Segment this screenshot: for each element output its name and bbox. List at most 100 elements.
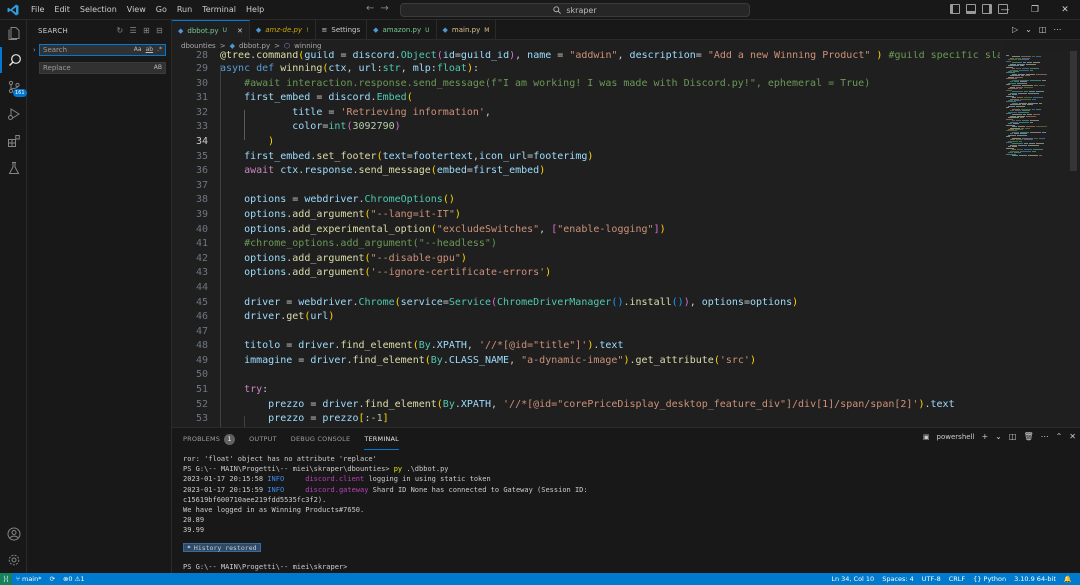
testing-flask-icon[interactable]	[0, 155, 27, 181]
menu-terminal[interactable]: Terminal	[197, 0, 241, 20]
code-line[interactable]: await ctx.response.send_message(embed=fi…	[220, 164, 1000, 179]
new-search-editor-icon[interactable]: ⊞	[143, 26, 150, 35]
code-line[interactable]: immagine = driver.find_element(By.CLASS_…	[220, 354, 1000, 369]
source-control-icon[interactable]: 161	[0, 74, 27, 100]
regex-toggle[interactable]: .*	[157, 46, 162, 53]
code-line[interactable]: options.add_experimental_option("exclude…	[220, 223, 1000, 238]
menu-view[interactable]: View	[122, 0, 151, 20]
branch-status[interactable]: ⑂ main*	[12, 573, 45, 585]
collapse-all-icon[interactable]: ⊟	[156, 26, 163, 35]
breadcrumb-file[interactable]: dbbot.py	[239, 42, 270, 50]
account-icon[interactable]	[0, 521, 27, 547]
replace-field[interactable]: AB	[39, 62, 166, 74]
new-terminal-icon[interactable]: +	[981, 432, 988, 441]
minimap[interactable]	[1002, 51, 1064, 427]
code-line[interactable]: driver.get(url)	[220, 310, 1000, 325]
code-line[interactable]	[220, 368, 1000, 383]
problems-status[interactable]: ⊗0 ⚠1	[59, 573, 89, 585]
code-line[interactable]	[220, 325, 1000, 340]
code-line[interactable]: try:	[220, 383, 1000, 398]
terminal-dropdown-icon[interactable]: ⌄	[995, 432, 1002, 441]
code-line[interactable]: driver = webdriver.Chrome(service=Servic…	[220, 296, 1000, 311]
code-line[interactable]: prezzo = prezzo[:-1]	[220, 412, 1000, 427]
editor-tab[interactable]: ◆ main.py M	[437, 20, 497, 40]
code-line[interactable]: async def winning(ctx, url:str, mlp:floa…	[220, 62, 1000, 77]
split-editor-icon[interactable]: ◫	[1039, 25, 1047, 34]
code-line[interactable]: titolo = driver.find_element(By.XPATH, '…	[220, 339, 1000, 354]
code-line[interactable]: #await interaction.response.send_message…	[220, 77, 1000, 92]
editor-tab[interactable]: ◆ amz-de.py!	[250, 20, 316, 40]
command-center[interactable]: skraper	[400, 3, 750, 17]
code-line[interactable]: @tree.command(guild = discord.Object(id=…	[220, 51, 1000, 62]
code-line[interactable]: #chrome_options.add_argument("--headless…	[220, 237, 1000, 252]
manage-gear-icon[interactable]	[0, 547, 27, 573]
code-line[interactable]: )	[220, 135, 1000, 150]
tab-output[interactable]: OUTPUT	[249, 428, 277, 450]
run-debug-icon[interactable]	[0, 101, 27, 127]
cursor-position[interactable]: Ln 34, Col 10	[827, 573, 878, 585]
toggle-sidebar-icon[interactable]	[950, 4, 960, 14]
code-line[interactable]: title = 'Retrieving information',	[220, 106, 1000, 121]
search-input[interactable]	[43, 46, 113, 54]
clear-results-icon[interactable]: ☰	[129, 26, 136, 35]
breadcrumb-folder[interactable]: dbounties	[181, 42, 216, 50]
menu-file[interactable]: File	[26, 0, 49, 20]
replace-input[interactable]	[43, 64, 113, 72]
code-line[interactable]: options.add_argument("--disable-gpu")	[220, 252, 1000, 267]
editor-tab[interactable]: ◆ amazon.py U	[367, 20, 437, 40]
extensions-icon[interactable]	[0, 128, 27, 154]
breadcrumb-symbol[interactable]: winning	[294, 42, 321, 50]
terminal-shell-label[interactable]: powershell	[937, 433, 975, 441]
match-case-toggle[interactable]: Aa	[134, 46, 142, 53]
menu-go[interactable]: Go	[151, 0, 172, 20]
explorer-icon[interactable]	[0, 20, 27, 46]
sync-icon[interactable]: ⟳	[45, 573, 58, 585]
run-dropdown-icon[interactable]: ⌄	[1025, 25, 1032, 34]
menu-help[interactable]: Help	[241, 0, 269, 20]
search-view-icon[interactable]	[0, 47, 27, 73]
code-line[interactable]: color=int(3092790)	[220, 120, 1000, 135]
code-line[interactable]: options.add_argument('--ignore-certifica…	[220, 266, 1000, 281]
search-field[interactable]: Aa ab .*	[39, 44, 166, 56]
tab-problems[interactable]: PROBLEMS 1	[183, 428, 236, 450]
code-line[interactable]: first_embed = discord.Embed(	[220, 91, 1000, 106]
minimize-icon[interactable]: —	[990, 0, 1020, 20]
code-line[interactable]: prezzo = driver.find_element(By.XPATH, '…	[220, 398, 1000, 413]
scrollbar-thumb[interactable]	[1070, 51, 1077, 171]
menu-run[interactable]: Run	[172, 0, 197, 20]
close-icon[interactable]: ✕	[1050, 0, 1080, 20]
run-file-icon[interactable]: ▷	[1012, 25, 1018, 34]
close-panel-icon[interactable]: ✕	[1069, 432, 1076, 441]
notifications-bell-icon[interactable]: 🔔	[1060, 573, 1076, 585]
menu-edit[interactable]: Edit	[49, 0, 75, 20]
split-terminal-icon[interactable]: ◫	[1009, 432, 1017, 441]
close-tab-icon[interactable]: ✕	[237, 27, 243, 35]
code-editor[interactable]: 28 29 30 31 32 33 34 35 36 37 38 39 40 41 42 43 44 45 46 47…	[172, 51, 1080, 427]
code-line[interactable]: options = webdriver.ChromeOptions()	[220, 193, 1000, 208]
python-interpreter[interactable]: 3.10.9 64-bit	[1010, 573, 1060, 585]
forward-arrow-icon[interactable]: →	[380, 3, 388, 14]
encoding-status[interactable]: UTF-8	[918, 573, 945, 585]
more-actions-icon[interactable]: ⋯	[1053, 25, 1061, 34]
language-status[interactable]: {} Python	[969, 573, 1010, 585]
more-actions-icon[interactable]: ⋯	[1041, 432, 1049, 441]
refresh-icon[interactable]: ↻	[116, 26, 123, 35]
editor-scrollbar[interactable]	[1068, 51, 1078, 427]
code-line[interactable]	[220, 179, 1000, 194]
code-area[interactable]: @tree.command(guild = discord.Object(id=…	[220, 51, 1000, 427]
back-arrow-icon[interactable]: ←	[366, 3, 374, 14]
maximize-panel-icon[interactable]: ⌃	[1056, 432, 1063, 441]
tab-terminal[interactable]: TERMINAL	[364, 428, 399, 450]
restore-icon[interactable]: ❐	[1020, 0, 1050, 20]
menu-selection[interactable]: Selection	[75, 0, 122, 20]
tab-debug-console[interactable]: DEBUG CONSOLE	[291, 428, 351, 450]
code-line[interactable]: first_embed.set_footer(text=footertext,i…	[220, 150, 1000, 165]
remote-icon[interactable]: ⟩⟨	[0, 573, 12, 585]
eol-status[interactable]: CRLF	[945, 573, 969, 585]
kill-terminal-icon[interactable]: 🗑	[1023, 432, 1033, 441]
editor-tab[interactable]: ◆ dbbot.py U ✕	[172, 20, 250, 40]
terminal-output[interactable]: ror: 'float' object has no attribute 're…	[183, 454, 1063, 571]
preserve-case-toggle[interactable]: AB	[154, 64, 162, 71]
editor-tab[interactable]: ≡ Settings	[316, 20, 368, 40]
toggle-panel-icon[interactable]	[966, 4, 976, 14]
